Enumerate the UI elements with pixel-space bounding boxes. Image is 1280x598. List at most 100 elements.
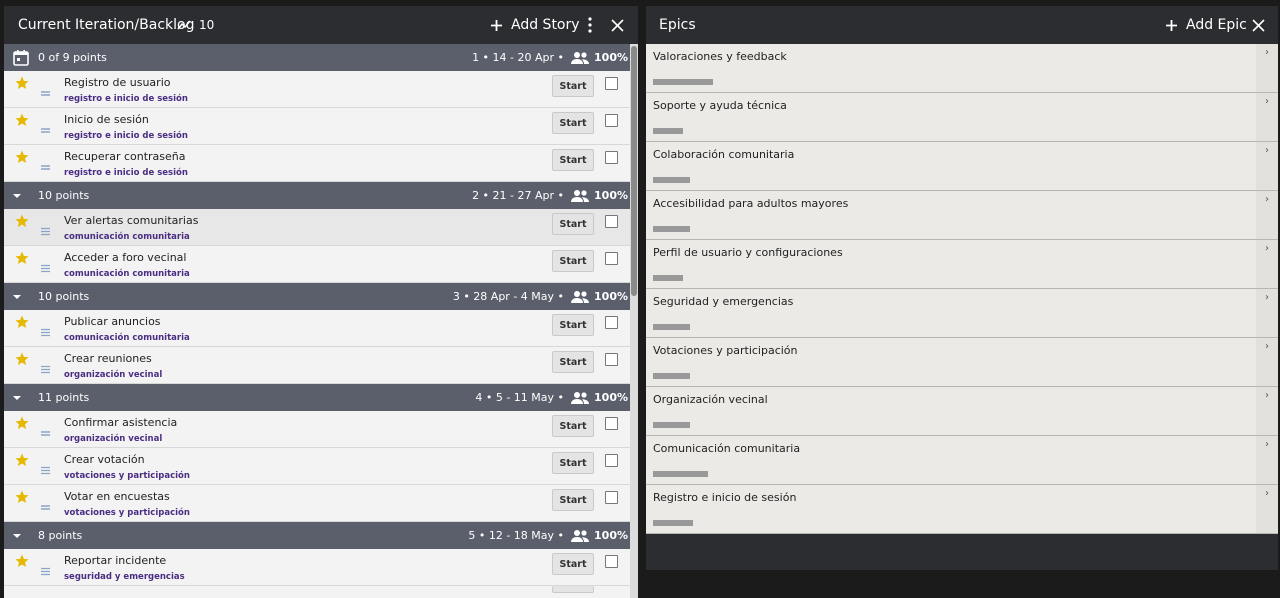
iteration-percent: 100% xyxy=(594,529,628,542)
chevron-right-icon[interactable]: › xyxy=(1256,142,1278,190)
epic-title: Seguridad y emergencias xyxy=(653,295,794,308)
story-row[interactable] xyxy=(4,586,638,598)
select-checkbox[interactable] xyxy=(605,417,618,430)
epic-row[interactable]: Votaciones y participación › xyxy=(646,338,1278,387)
epic-row[interactable]: Comunicación comunitaria › xyxy=(646,436,1278,485)
epic-progress-bar xyxy=(653,177,690,183)
start-button[interactable]: Start xyxy=(552,250,594,272)
scrollbar-thumb[interactable] xyxy=(631,46,637,296)
story-row[interactable]: Registro de usuario registro e inicio de… xyxy=(4,71,638,108)
select-checkbox[interactable] xyxy=(605,252,618,265)
select-checkbox[interactable] xyxy=(605,215,618,228)
select-checkbox[interactable] xyxy=(605,316,618,329)
collapse-arrow-icon[interactable] xyxy=(12,293,22,301)
story-label[interactable]: votaciones y participación xyxy=(64,508,190,518)
select-checkbox[interactable] xyxy=(605,491,618,504)
select-checkbox[interactable] xyxy=(605,77,618,90)
story-row[interactable]: Acceder a foro vecinal comunicación comu… xyxy=(4,246,638,283)
chevron-right-icon[interactable]: › xyxy=(1256,191,1278,239)
story-row[interactable]: Crear votación votaciones y participació… xyxy=(4,448,638,485)
epic-row[interactable]: Valoraciones y feedback › xyxy=(646,44,1278,93)
epic-row[interactable]: Soporte y ayuda técnica › xyxy=(646,93,1278,142)
chevron-right-icon[interactable]: › xyxy=(1256,93,1278,141)
select-checkbox[interactable] xyxy=(605,555,618,568)
select-checkbox[interactable] xyxy=(605,151,618,164)
add-epic-button[interactable]: Add Epic xyxy=(1165,6,1247,44)
iteration-header[interactable]: 0 of 9 points 1 • 14 - 20 Apr • 100% xyxy=(4,44,638,71)
story-title: Registro de usuario xyxy=(64,76,171,89)
chevron-right-icon[interactable]: › xyxy=(1256,44,1278,92)
story-title: Publicar anuncios xyxy=(64,315,161,328)
team-icon xyxy=(571,51,590,64)
start-button[interactable]: Start xyxy=(552,415,594,437)
epic-progress-bar xyxy=(653,226,690,232)
star-icon xyxy=(15,250,29,269)
story-row[interactable]: Votar en encuestas votaciones y particip… xyxy=(4,485,638,522)
start-button[interactable]: Start xyxy=(552,112,594,134)
story-row[interactable]: Inicio de sesión registro e inicio de se… xyxy=(4,108,638,145)
feature-icon xyxy=(41,120,50,139)
story-label[interactable]: comunicación comunitaria xyxy=(64,269,190,279)
chevron-right-icon[interactable]: › xyxy=(1256,387,1278,435)
select-checkbox[interactable] xyxy=(605,454,618,467)
story-row[interactable]: Publicar anuncios comunicación comunitar… xyxy=(4,310,638,347)
epic-row[interactable]: Accesibilidad para adultos mayores › xyxy=(646,191,1278,240)
story-label[interactable]: organización vecinal xyxy=(64,370,162,380)
story-row[interactable]: Confirmar asistencia organización vecina… xyxy=(4,411,638,448)
start-button[interactable]: Start xyxy=(552,213,594,235)
story-title: Recuperar contraseña xyxy=(64,150,186,163)
collapse-arrow-icon[interactable] xyxy=(12,532,22,540)
start-button[interactable]: Start xyxy=(552,553,594,575)
epic-title: Votaciones y participación xyxy=(653,344,798,357)
select-checkbox[interactable] xyxy=(605,114,618,127)
story-label[interactable]: seguridad y emergencias xyxy=(64,572,185,582)
add-story-button[interactable]: Add Story xyxy=(490,6,580,44)
story-label[interactable]: organización vecinal xyxy=(64,434,162,444)
iteration-header[interactable]: 11 points 4 • 5 - 11 May • 100% xyxy=(4,384,638,411)
iteration-dates: 3 • 28 Apr - 4 May • xyxy=(452,290,565,303)
epic-row[interactable]: Registro e inicio de sesión › xyxy=(646,485,1278,534)
more-menu-icon[interactable] xyxy=(587,17,593,37)
story-label[interactable]: registro e inicio de sesión xyxy=(64,94,188,104)
add-story-label: Add Story xyxy=(511,17,580,33)
chevron-right-icon[interactable]: › xyxy=(1256,485,1278,533)
story-row[interactable]: Crear reuniones organización vecinal Sta… xyxy=(4,347,638,384)
story-row[interactable]: Ver alertas comunitarias comunicación co… xyxy=(4,209,638,246)
story-label[interactable]: comunicación comunitaria xyxy=(64,333,190,343)
start-button[interactable]: Start xyxy=(552,489,594,511)
story-label[interactable]: comunicación comunitaria xyxy=(64,232,190,242)
start-button[interactable]: Start xyxy=(552,149,594,171)
start-button[interactable]: Start xyxy=(552,314,594,336)
star-icon xyxy=(15,452,29,471)
close-icon[interactable] xyxy=(611,6,624,44)
start-button-partial[interactable] xyxy=(552,586,594,593)
select-checkbox[interactable] xyxy=(605,353,618,366)
epic-row[interactable]: Seguridad y emergencias › xyxy=(646,289,1278,338)
story-label[interactable]: votaciones y participación xyxy=(64,471,190,481)
close-icon[interactable] xyxy=(1252,6,1265,44)
iteration-percent: 100% xyxy=(594,290,628,303)
chevron-right-icon[interactable]: › xyxy=(1256,338,1278,386)
iteration-header[interactable]: 10 points 2 • 21 - 27 Apr • 100% xyxy=(4,182,638,209)
panel-title: Current Iteration/Backlog xyxy=(18,17,195,33)
epic-progress-bar xyxy=(653,471,708,477)
story-row[interactable]: Recuperar contraseña registro e inicio d… xyxy=(4,145,638,182)
epic-title: Accesibilidad para adultos mayores xyxy=(653,197,849,210)
start-button[interactable]: Start xyxy=(552,452,594,474)
chevron-right-icon[interactable]: › xyxy=(1256,289,1278,337)
story-row[interactable]: Reportar incidente seguridad y emergenci… xyxy=(4,549,638,586)
start-button[interactable]: Start xyxy=(552,351,594,373)
chevron-right-icon[interactable]: › xyxy=(1256,436,1278,484)
collapse-arrow-icon[interactable] xyxy=(12,192,22,200)
story-label[interactable]: registro e inicio de sesión xyxy=(64,131,188,141)
epic-row[interactable]: Colaboración comunitaria › xyxy=(646,142,1278,191)
chevron-right-icon[interactable]: › xyxy=(1256,240,1278,288)
start-button[interactable]: Start xyxy=(552,75,594,97)
epic-row[interactable]: Perfil de usuario y configuraciones › xyxy=(646,240,1278,289)
velocity-value: 10 xyxy=(199,18,215,32)
iteration-header[interactable]: 8 points 5 • 12 - 18 May • 100% xyxy=(4,522,638,549)
story-label[interactable]: registro e inicio de sesión xyxy=(64,168,188,178)
iteration-header[interactable]: 10 points 3 • 28 Apr - 4 May • 100% xyxy=(4,283,638,310)
collapse-arrow-icon[interactable] xyxy=(12,394,22,402)
epic-row[interactable]: Organización vecinal › xyxy=(646,387,1278,436)
